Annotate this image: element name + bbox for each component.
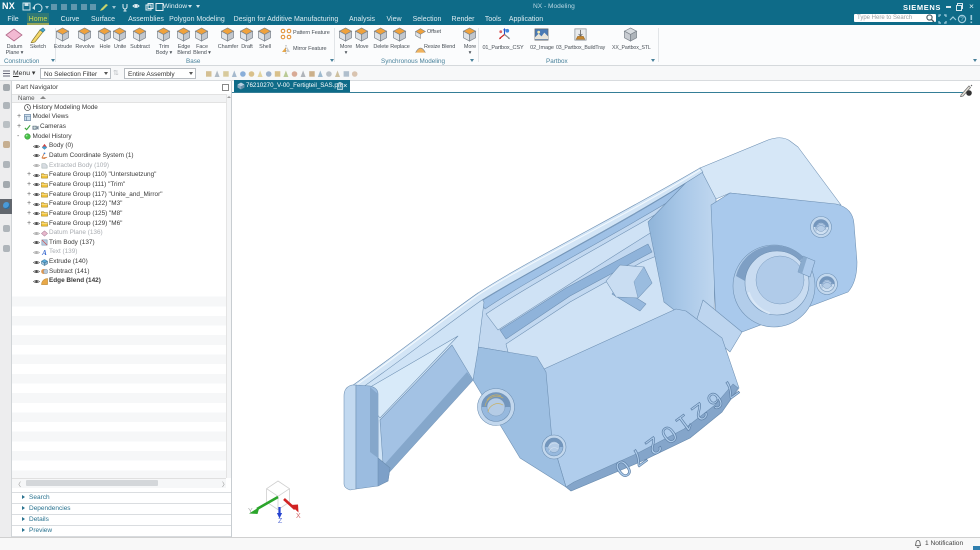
svg-text:X: X — [296, 513, 301, 520]
svg-text:Z: Z — [278, 518, 283, 525]
svg-text:Y: Y — [248, 508, 253, 515]
